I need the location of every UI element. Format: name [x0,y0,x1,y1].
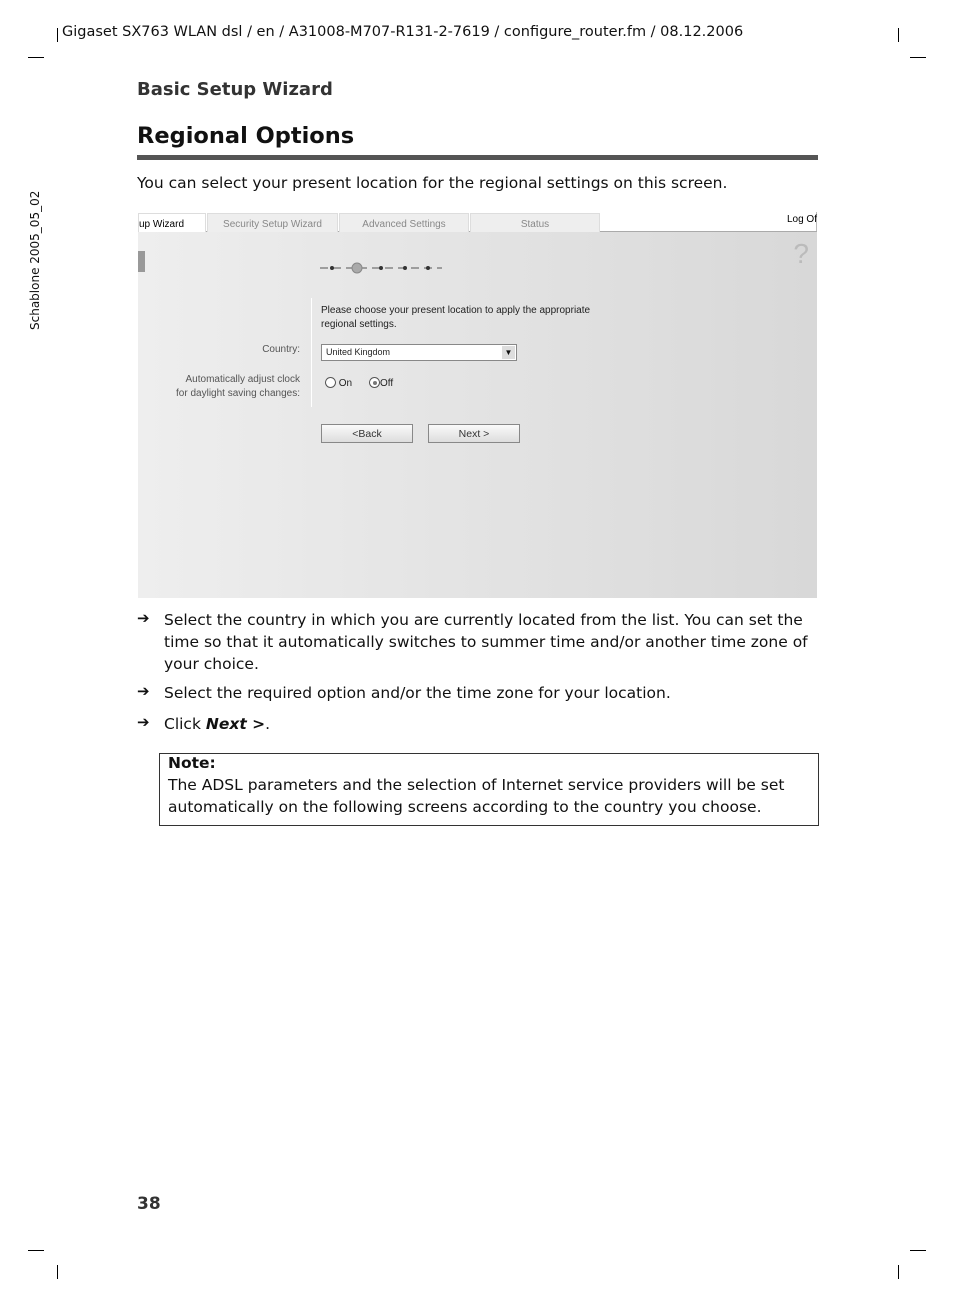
instruction-text: Please choose your present location to a… [321,305,591,316]
crop-mark [57,28,58,42]
tab-advanced-settings[interactable]: Advanced Settings [339,213,469,232]
tab-bar: up Wizard Security Setup Wizard Advanced… [138,212,817,232]
help-icon[interactable]: ? [793,238,809,270]
step-text: Select the required option and/or the ti… [164,684,671,702]
step-pre: Click [164,715,206,733]
wizard-panel: ? Please choose your present location to… [138,232,817,598]
step-text: Click Next >. [164,713,270,735]
radio-selected-icon[interactable] [369,377,380,388]
dst-label: Automatically adjust clock [185,374,301,385]
title-rule [137,155,818,160]
country-label: Country: [262,344,300,355]
tab-basic-setup-wizard[interactable]: up Wizard [138,213,206,232]
arrow-icon: ➔ [137,609,150,627]
country-select[interactable]: United Kingdom ▼ [321,344,517,361]
off-label: Off [380,378,394,389]
page-title: Regional Options [137,123,355,149]
progress-steps-icon [320,262,442,274]
template-label: Schablone 2005_05_02 [28,190,42,330]
divider [311,298,312,407]
intro-text: You can select your present location for… [137,174,728,192]
step-text: Select the country in which you are curr… [164,611,808,673]
radio-icon[interactable] [325,377,336,388]
page-number: 38 [137,1194,161,1214]
arrow-icon: ➔ [137,713,150,731]
router-screenshot: up Wizard Security Setup Wizard Advanced… [138,212,817,598]
step-post: . [265,715,271,733]
next-reference: Next > [205,715,266,733]
next-button[interactable]: Next > [428,424,520,443]
tab-status[interactable]: Status [470,213,600,232]
running-head: Gigaset SX763 WLAN dsl / en / A31008-M70… [62,24,744,40]
tab-security-setup-wizard[interactable]: Security Setup Wizard [207,213,338,232]
on-label: On [338,378,353,389]
crop-mark [28,1250,44,1251]
back-button[interactable]: <Back [321,424,413,443]
arrow-icon: ➔ [137,682,150,700]
dst-off-radio[interactable]: Off [369,377,393,389]
chevron-down-icon[interactable]: ▼ [502,346,515,359]
crop-mark [910,57,926,58]
logoff-link[interactable]: Log Of [787,214,817,225]
instruction-text: regional settings. [321,319,397,330]
crop-mark [898,28,899,42]
note-box: Note: The ADSL parameters and the select… [159,753,819,826]
crop-mark [28,57,44,58]
dst-label: for daylight saving changes: [176,388,300,399]
crop-mark [898,1265,899,1279]
country-value: United Kingdom [326,347,391,357]
dst-on-radio[interactable]: On [325,377,352,389]
sidebar-marker [138,251,145,272]
crop-mark [57,1265,58,1279]
note-heading: Note: [168,754,216,772]
section-heading: Basic Setup Wizard [137,79,333,100]
crop-mark [910,1250,926,1251]
note-text: The ADSL parameters and the selection of… [168,776,785,816]
